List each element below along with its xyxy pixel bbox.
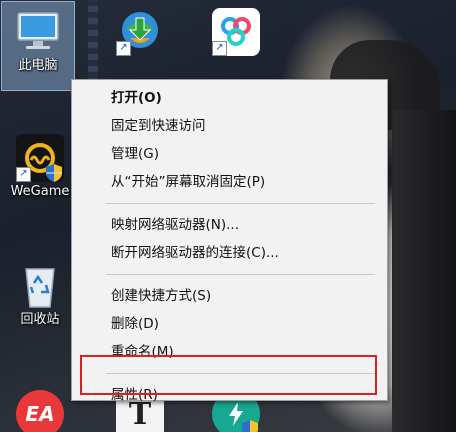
menu-item-unpin-start[interactable]: 从“开始”屏幕取消固定(P) [72,168,387,196]
context-menu: 打开(O) 固定到快速访问 管理(G) 从“开始”屏幕取消固定(P) 映射网络驱… [71,79,388,403]
desktop-icon-download-manager[interactable]: ↗ [104,2,176,72]
desktop-icon-label: WeGame [10,184,70,199]
menu-item-map-network-drive[interactable]: 映射网络驱动器(N)... [72,211,387,239]
menu-item-rename[interactable]: 重命名(M) [72,338,387,366]
globe-download-icon: ↗ [116,8,164,56]
menu-item-disconnect-network-drive[interactable]: 断开网络驱动器的连接(C)... [72,239,387,267]
menu-item-open[interactable]: 打开(O) [72,84,387,112]
menu-item-properties[interactable]: 属性(R) [72,381,387,409]
cloud-drive-icon: ↗ [212,8,260,56]
menu-separator [106,203,375,204]
menu-item-create-shortcut[interactable]: 创建快捷方式(S) [72,282,387,310]
recycle-bin-icon [16,262,64,310]
menu-item-delete[interactable]: 删除(D) [72,310,387,338]
desktop-icon-label: 此电脑 [18,58,58,73]
shortcut-arrow-icon: ↗ [212,41,227,56]
ea-logo-text: EA [25,402,55,426]
menu-item-manage[interactable]: 管理(G) [72,140,387,168]
desktop-icon-this-pc[interactable]: 此电脑 [1,1,75,91]
menu-separator [106,373,375,374]
uac-shield-icon [242,420,258,432]
desktop-icon-cloud-drive[interactable]: ↗ [200,2,272,72]
shortcut-arrow-icon: ↗ [116,41,131,56]
desktop-icon-recycle-bin[interactable]: 回收站 [4,256,76,346]
wallpaper-coat [392,110,456,432]
shortcut-arrow-icon: ↗ [16,167,31,182]
desktop-icon-wegame[interactable]: ↗ WeGame [4,128,76,218]
computer-icon [14,8,62,56]
menu-separator [106,274,375,275]
desktop-icon-label: 回收站 [20,312,60,327]
wegame-icon: ↗ [16,134,64,182]
desktop-icon-ea[interactable]: EA [4,384,76,432]
uac-shield-icon [46,164,62,182]
ea-icon: EA [16,390,64,432]
menu-item-pin-quick-access[interactable]: 固定到快速访问 [72,112,387,140]
